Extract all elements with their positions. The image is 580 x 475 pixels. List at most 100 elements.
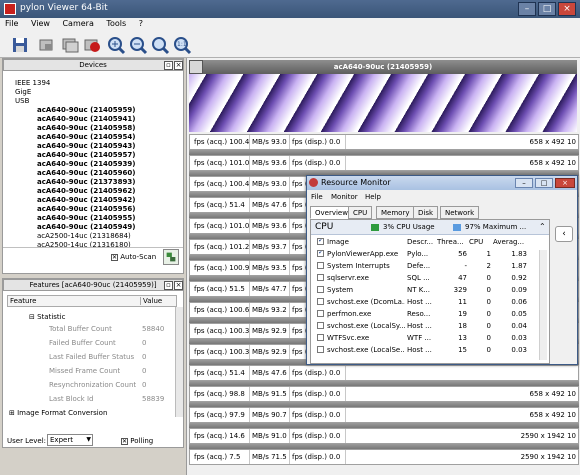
device-item[interactable]: acA640-90uc (21405958) [37,124,135,132]
column-header[interactable]: Image [327,238,405,246]
process-row[interactable]: WTFSvc.exe WTF ... 13 0 0.03 [315,333,561,343]
polling-checkbox[interactable]: ✕ Polling [121,437,153,445]
device-item[interactable]: acA640-90uc (21405949) [37,223,135,231]
tab-cpu[interactable]: CPU [348,206,373,219]
refresh-devices-icon[interactable] [163,249,179,265]
feature-row[interactable]: Resynchronization Count 0 [7,379,177,393]
process-cpu: 0 [486,346,491,354]
stop-grab-icon[interactable] [82,35,102,55]
device-item[interactable]: acA640-90uc (21405954) [37,133,135,141]
device-category[interactable]: IEEE 1394 [15,79,50,87]
process-row[interactable]: PylonViewerApp.exe Pylo... 56 1 1.83 [315,249,561,259]
device-item[interactable]: acA640-90uc (21405941) [37,115,135,123]
process-row[interactable]: sqlservr.exe SQL ... 47 0 0.92 [315,273,561,283]
mbs: MB/s 92.9 [250,345,290,359]
resmon-app-icon [309,178,318,187]
feature-row[interactable]: Failed Buffer Count 0 [7,337,177,351]
mbs: MB/s 93.7 [250,240,290,254]
user-level-select[interactable]: Expert ▼ [47,434,93,446]
camera-status-bar: fps (acq.) 51.4MB/s 47.6fps (disp.) 0.0 [189,365,579,381]
process-checkbox[interactable] [317,298,324,305]
process-checkbox[interactable] [317,250,324,257]
maximize-button[interactable]: □ [538,2,556,16]
collapse-pane-button[interactable]: ‹ [555,226,573,242]
checkbox-icon[interactable]: ✕ [121,438,128,445]
menu-camera[interactable]: Camera [57,18,98,29]
device-item[interactable]: acA640-90uc (21373893) [37,178,135,186]
statistic-group[interactable]: ⊟ Statistic [29,313,65,321]
cpu-section-header[interactable]: CPU 3% CPU Usage 97% Maximum ... ⌃ [311,220,549,235]
process-checkbox[interactable] [317,322,324,329]
collapse-icon[interactable]: ⊟ [29,313,35,321]
device-item[interactable]: acA640-90uc (21405939) [37,160,135,168]
feature-row[interactable]: Missed Frame Count 0 [7,365,177,379]
resmon-menu-help[interactable]: Help [365,193,381,201]
auto-scan-checkbox[interactable]: ✕ Auto-Scan [111,253,156,261]
continuous-grab-icon[interactable] [60,35,80,55]
column-header[interactable]: Descr... [407,238,435,246]
process-row[interactable]: svchost.exe (LocalSe... Host ... 15 0 0.03 [315,345,561,355]
column-header[interactable]: Averag... [493,238,527,246]
process-checkbox[interactable] [317,346,324,353]
process-row[interactable]: System NT K... 329 0 0.09 [315,285,561,295]
process-descr: Host ... [407,346,432,354]
float-icon[interactable]: ▫ [164,281,173,290]
process-scrollbar[interactable] [539,250,547,360]
close-icon[interactable]: × [174,61,183,70]
maximize-button[interactable]: □ [535,178,553,188]
zoom-in-icon[interactable] [106,35,126,55]
close-icon[interactable]: × [174,281,183,290]
process-checkbox[interactable] [317,310,324,317]
close-button[interactable]: × [558,2,576,16]
select-all-checkbox[interactable] [317,238,324,245]
device-item[interactable]: acA640-90uc (21405962) [37,187,135,195]
minimize-button[interactable]: – [515,178,533,188]
resmon-menu-monitor[interactable]: Monitor [331,193,358,201]
expand-icon[interactable]: ⊞ [9,409,15,417]
features-scrollbar[interactable] [175,307,183,417]
device-item[interactable]: acA2500-14uc (21318684) [37,232,131,240]
device-item[interactable]: acA640-90uc (21405960) [37,169,135,177]
device-category[interactable]: USB [15,97,29,105]
process-row[interactable]: svchost.exe (LocalSy... Host ... 18 0 0.04 [315,321,561,331]
zoom-100-icon[interactable]: 1:1 [172,35,192,55]
device-item[interactable]: acA640-90uc (21405942) [37,196,135,204]
menu-tools[interactable]: Tools [101,18,131,29]
float-icon[interactable]: ▫ [164,61,173,70]
feature-row[interactable]: Total Buffer Count 58840 [7,323,177,337]
process-checkbox[interactable] [317,274,324,281]
zoom-out-icon[interactable] [128,35,148,55]
tab-disk[interactable]: Disk [413,206,439,219]
device-item[interactable]: acA640-90uc (21405959) [37,106,135,114]
process-row[interactable]: perfmon.exe Reso... 19 0 0.05 [315,309,561,319]
tab-network[interactable]: Network [440,206,480,219]
minimize-button[interactable]: – [518,2,536,16]
resmon-menu-file[interactable]: File [311,193,323,201]
menu-file[interactable]: File [0,18,23,29]
device-category[interactable]: GigE [15,88,31,96]
process-checkbox[interactable] [317,334,324,341]
device-item[interactable]: acA640-90uc (21405957) [37,151,135,159]
feature-row[interactable]: Last Block Id 58839 [7,393,177,407]
feature-row[interactable]: Last Failed Buffer Status 0 [7,351,177,365]
checkbox-icon[interactable]: ✕ [111,254,118,261]
process-row[interactable]: svchost.exe (DcomLa... Host ... 11 0 0.06 [315,297,561,307]
device-item[interactable]: acA640-90uc (21405955) [37,214,135,222]
device-item[interactable]: acA640-90uc (21405943) [37,142,135,150]
zoom-fit-icon[interactable] [150,35,170,55]
single-grab-icon[interactable] [36,35,56,55]
close-button[interactable]: × [555,178,575,188]
image-format-group[interactable]: ⊞ Image Format Conversion [9,409,107,417]
column-header[interactable]: CPU [469,238,491,246]
menu-help[interactable]: ? [134,18,148,29]
save-icon[interactable] [10,35,30,55]
process-checkbox[interactable] [317,262,324,269]
column-header[interactable]: Threa... [437,238,467,246]
process-checkbox[interactable] [317,286,324,293]
process-row[interactable]: System Interrupts Defe... - 2 1.87 [315,261,561,271]
device-item[interactable]: acA640-90uc (21405956) [37,205,135,213]
chevron-up-icon[interactable]: ⌃ [539,222,546,231]
tab-overview[interactable]: Overview [310,206,353,219]
menu-view[interactable]: View [26,18,55,29]
tab-memory[interactable]: Memory [376,206,415,219]
